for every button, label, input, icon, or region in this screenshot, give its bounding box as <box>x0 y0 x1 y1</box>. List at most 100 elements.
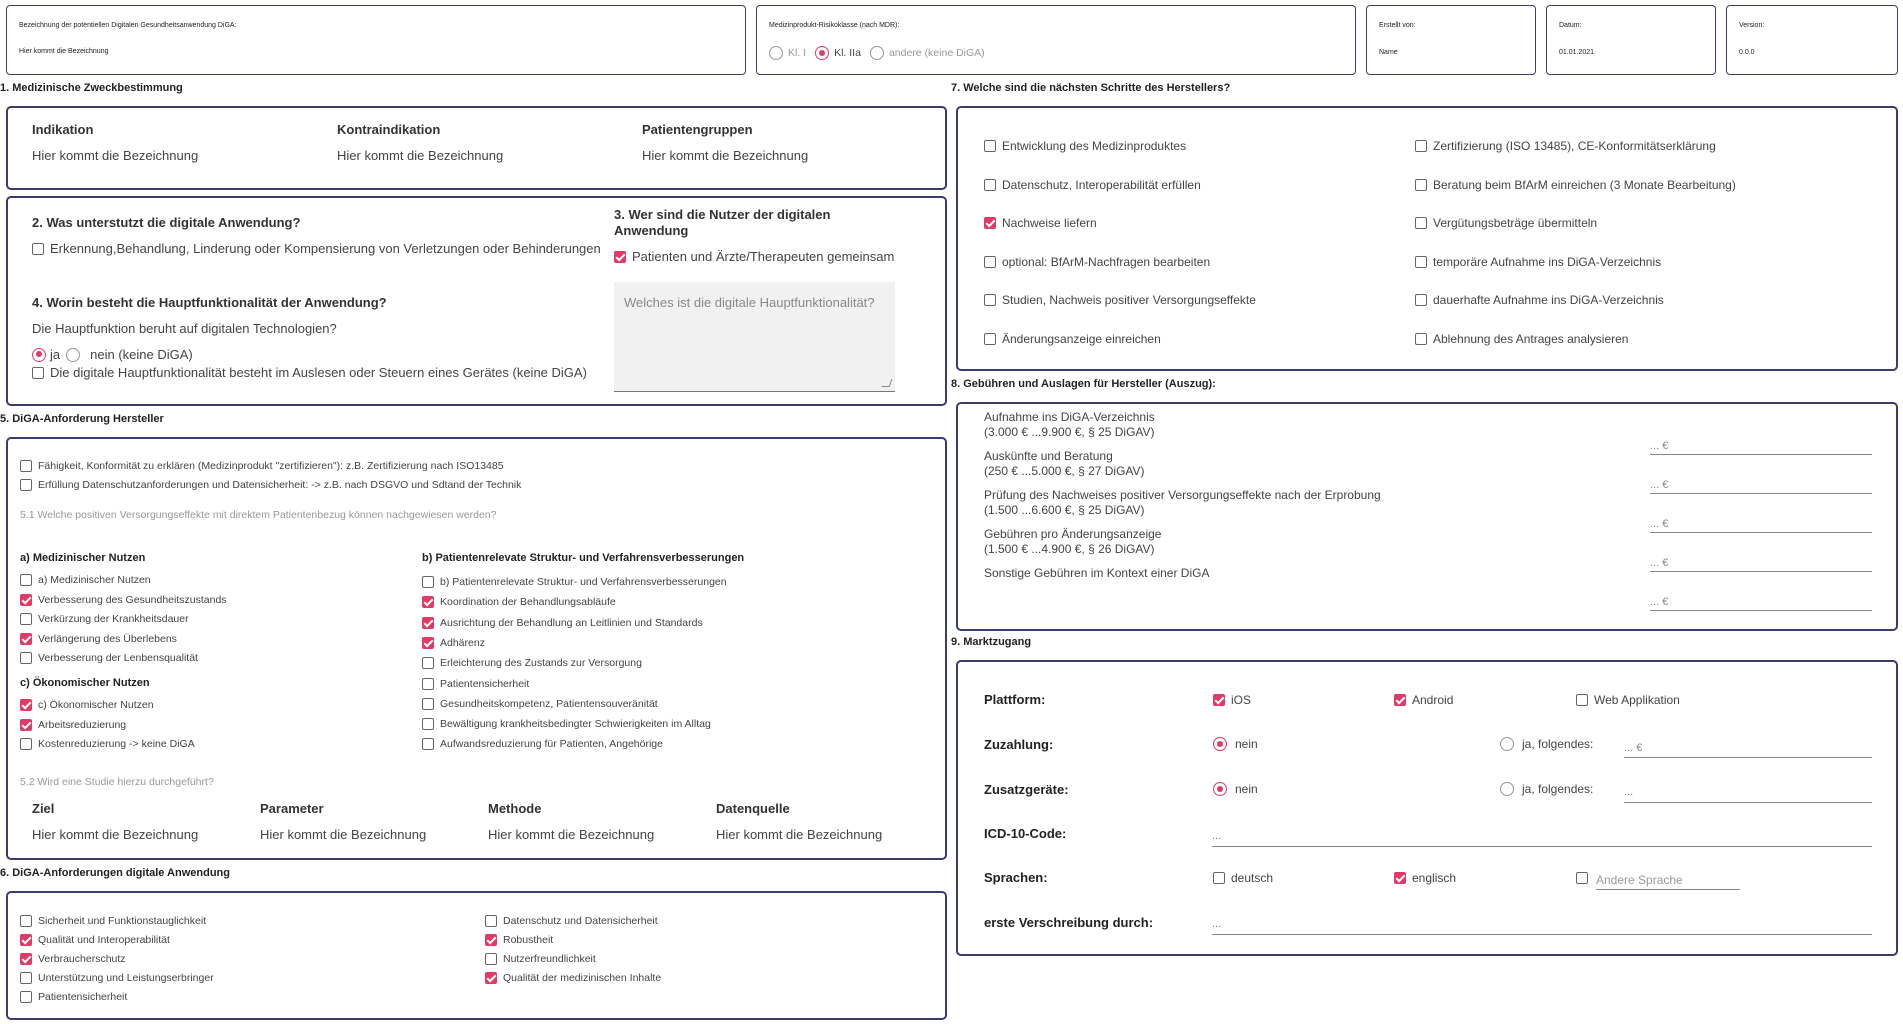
req2-checkbox[interactable] <box>20 479 32 491</box>
next-step-checkbox[interactable] <box>1415 332 1427 345</box>
risk-radio-other[interactable] <box>869 46 884 60</box>
next-step-item[interactable]: temporäre Aufnahme ins DiGA-Verzeichnis <box>1415 255 1661 269</box>
medical-benefit-checkbox[interactable] <box>20 632 32 645</box>
medical-benefit-item[interactable]: Verbesserung des Gesundheitszustands <box>20 593 227 606</box>
next-step-checkbox[interactable] <box>984 140 996 152</box>
fee-amount-input[interactable]: ... € <box>1650 596 1872 611</box>
next-step-item[interactable]: Änderungsanzeige einreichen <box>984 332 1161 346</box>
req1-checkbox[interactable] <box>20 460 32 472</box>
next-step-item[interactable]: Nachweise liefern <box>984 216 1097 230</box>
app-requirement-item[interactable]: Nutzerfreundlichkeit <box>485 953 596 965</box>
structure-improvement-checkbox[interactable] <box>422 616 434 629</box>
study-source-value[interactable]: Hier kommt die Bezeichnung <box>716 827 882 842</box>
copay-amount-input[interactable]: ... € <box>1624 742 1872 758</box>
created-by-value[interactable]: Name <box>1379 49 1398 56</box>
next-step-item[interactable]: Beratung beim BfArM einreichen (3 Monate… <box>1415 178 1736 192</box>
devices-yes-radio[interactable] <box>1500 782 1514 796</box>
app-requirement-checkbox[interactable] <box>20 991 32 1003</box>
medical-benefit-item[interactable]: Verlängerung des Überlebens <box>20 632 177 645</box>
structure-improvement-checkbox[interactable] <box>422 718 434 731</box>
structure-improvement-item[interactable]: b) Patientenrelevate Struktur- und Verfa… <box>422 576 727 588</box>
app-requirement-checkbox[interactable] <box>20 953 32 965</box>
app-requirement-checkbox[interactable] <box>485 915 497 927</box>
structure-improvement-item[interactable]: Ausrichtung der Behandlung an Leitlinien… <box>422 616 703 629</box>
app-requirement-item[interactable]: Robustheit <box>485 934 553 946</box>
next-step-checkbox[interactable] <box>1415 217 1427 229</box>
next-step-item[interactable]: Datenschutz, Interoperabilität erfüllen <box>984 178 1201 192</box>
next-step-checkbox[interactable] <box>984 332 996 345</box>
medical-benefit-checkbox[interactable] <box>20 613 32 625</box>
main-function-textarea[interactable]: Welches ist die digitale Hauptfunktional… <box>614 282 895 392</box>
structure-improvement-checkbox[interactable] <box>422 697 434 710</box>
study-method-value[interactable]: Hier kommt die Bezeichnung <box>488 827 654 842</box>
digital-yes-radio[interactable] <box>32 347 46 362</box>
app-requirement-item[interactable]: Verbraucherschutz <box>20 953 126 965</box>
structure-improvement-item[interactable]: Patientensicherheit <box>422 677 529 690</box>
diga-name-value[interactable]: Hier kommt die Bezeichnung <box>19 48 109 55</box>
medical-benefit-checkbox[interactable] <box>20 574 32 586</box>
economic-benefit-checkbox[interactable] <box>20 718 32 731</box>
economic-benefit-item[interactable]: Arbeitsreduzierung <box>20 718 126 731</box>
fee-amount-input[interactable]: ... € <box>1650 518 1872 533</box>
economic-benefit-item[interactable]: c) Ökonomischer Nutzen <box>20 699 154 711</box>
economic-benefit-checkbox[interactable] <box>20 738 32 750</box>
fee-amount-input[interactable]: ... € <box>1650 440 1872 455</box>
first-prescription-input[interactable]: ... <box>1212 918 1872 935</box>
medical-benefit-checkbox[interactable] <box>20 593 32 606</box>
fee-amount-input[interactable]: ... € <box>1650 557 1872 572</box>
fee-amount-input[interactable]: ... € <box>1650 479 1872 494</box>
medical-benefit-item[interactable]: Verbesserung der Lenbensqualität <box>20 652 198 664</box>
next-step-item[interactable]: Zertifizierung (ISO 13485), CE-Konformit… <box>1415 139 1716 153</box>
risk-radio-kl2a[interactable] <box>815 46 830 60</box>
app-requirement-item[interactable]: Qualität der medizinischen Inhalte <box>485 972 661 984</box>
patient-groups-value[interactable]: Hier kommt die Bezeichnung <box>642 148 808 163</box>
app-requirement-checkbox[interactable] <box>485 934 497 946</box>
resize-grip-icon[interactable] <box>881 379 893 387</box>
lang-german-checkbox[interactable] <box>1213 872 1225 884</box>
next-step-checkbox[interactable] <box>1415 255 1427 268</box>
digital-no-radio[interactable] <box>66 347 81 362</box>
next-step-checkbox[interactable] <box>984 217 996 229</box>
next-step-item[interactable]: Vergütungsbeträge übermitteln <box>1415 216 1597 230</box>
app-requirement-item[interactable]: Unterstützung und Leistungserbringer <box>20 972 214 984</box>
next-step-checkbox[interactable] <box>1415 294 1427 306</box>
app-requirement-checkbox[interactable] <box>20 915 32 927</box>
app-requirement-item[interactable]: Qualität und Interoperabilität <box>20 934 170 946</box>
next-step-checkbox[interactable] <box>984 255 996 268</box>
app-requirement-item[interactable]: Patientensicherheit <box>20 991 127 1003</box>
medical-benefit-checkbox[interactable] <box>20 652 32 664</box>
platform-ios-checkbox[interactable] <box>1213 694 1225 706</box>
next-step-checkbox[interactable] <box>1415 178 1427 191</box>
structure-improvement-item[interactable]: Adhärenz <box>422 636 485 649</box>
version-value[interactable]: 0.0.0 <box>1739 49 1755 56</box>
section4-device-checkbox[interactable] <box>32 366 44 379</box>
structure-improvement-checkbox[interactable] <box>422 657 434 670</box>
section3-checkbox[interactable] <box>614 250 626 263</box>
structure-improvement-item[interactable]: Aufwandsreduzierung für Patienten, Angeh… <box>422 738 663 751</box>
icd-input[interactable]: ... <box>1212 830 1872 847</box>
medical-benefit-item[interactable]: Verkürzung der Krankheitsdauer <box>20 613 189 625</box>
next-step-item[interactable]: Studien, Nachweis positiver Versorgungse… <box>984 293 1256 307</box>
study-parameter-value[interactable]: Hier kommt die Bezeichnung <box>260 827 426 842</box>
structure-improvement-checkbox[interactable] <box>422 596 434 609</box>
structure-improvement-item[interactable]: Koordination der Behandlungsabläufe <box>422 596 616 609</box>
structure-improvement-item[interactable]: Erleichterung des Zustands zur Versorgun… <box>422 657 642 670</box>
app-requirement-item[interactable]: Datenschutz und Datensicherheit <box>485 915 658 927</box>
section2-checkbox[interactable] <box>32 242 44 255</box>
next-step-item[interactable]: Entwicklung des Medizinproduktes <box>984 139 1186 153</box>
platform-web-checkbox[interactable] <box>1576 694 1588 706</box>
next-step-checkbox[interactable] <box>984 294 996 306</box>
lang-other-checkbox[interactable] <box>1576 872 1588 884</box>
app-requirement-checkbox[interactable] <box>485 972 497 984</box>
study-goal-value[interactable]: Hier kommt die Bezeichnung <box>32 827 198 842</box>
app-requirement-item[interactable]: Sicherheit und Funktionstauglichkeit <box>20 915 206 927</box>
risk-radio-kl1[interactable] <box>769 46 783 60</box>
platform-android-checkbox[interactable] <box>1394 694 1406 706</box>
economic-benefit-item[interactable]: Kostenreduzierung -> keine DiGA <box>20 738 195 750</box>
structure-improvement-item[interactable]: Bewältigung krankheitsbedingter Schwieri… <box>422 718 711 731</box>
lang-english-checkbox[interactable] <box>1394 872 1406 884</box>
date-value[interactable]: 01.01.2021 <box>1559 49 1594 56</box>
indication-value[interactable]: Hier kommt die Bezeichnung <box>32 148 198 163</box>
contraindication-value[interactable]: Hier kommt die Bezeichnung <box>337 148 503 163</box>
copay-no-radio[interactable] <box>1213 737 1227 751</box>
